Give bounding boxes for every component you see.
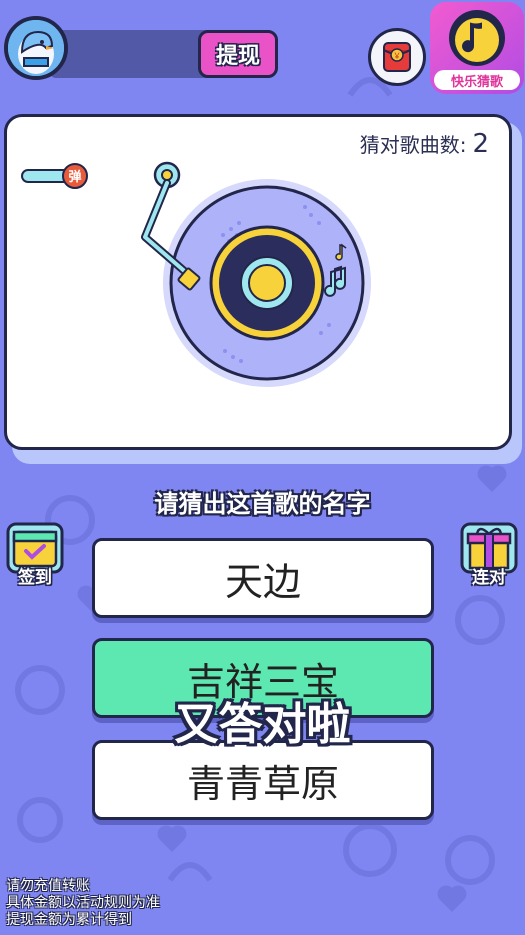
danmu-toggle[interactable]: 弹 (21, 163, 91, 189)
disclaimer-notice: 请勿充值转账 具体金额以活动规则为准 提现金额为累计得到 (6, 878, 160, 929)
app-logo-label: 快乐猜歌 (434, 70, 520, 90)
record-player-card: 猜对歌曲数: 2 弹 (4, 114, 512, 450)
notice-line: 提现金额为累计得到 (6, 912, 132, 928)
penguin-avatar-icon (8, 20, 64, 76)
yuan-symbol: ￥ (393, 52, 401, 61)
notice-line: 具体金额以活动规则为准 (6, 895, 160, 911)
correct-answer-banner: 又答对啦 (174, 699, 351, 750)
streak-button[interactable]: 连对 (458, 520, 520, 588)
answer-option-1[interactable]: 天边 (92, 538, 434, 618)
danmu-label: 弹 (68, 169, 81, 185)
user-avatar[interactable] (4, 16, 68, 80)
score-label: 猜对歌曲数: (359, 133, 467, 157)
streak-label: 连对 (472, 568, 506, 588)
score-value: 2 (472, 129, 489, 159)
red-envelope-icon: ￥ (383, 42, 411, 72)
app-logo[interactable]: 快乐猜歌 (430, 2, 524, 94)
question-prompt: 请猜出这首歌的名字 (154, 490, 371, 518)
answer-option-3[interactable]: 青青草原 (92, 740, 434, 820)
music-note-logo-icon (449, 10, 505, 66)
vinyl-record (141, 161, 371, 387)
checkin-button[interactable]: 签到 (4, 520, 66, 588)
checkin-label: 签到 (18, 568, 52, 588)
score-display: 猜对歌曲数: 2 (360, 129, 489, 159)
notice-line: 请勿充值转账 (6, 878, 90, 894)
withdraw-button[interactable]: 提现 (198, 30, 278, 78)
cash-balance-bar (50, 30, 220, 78)
red-packet-button[interactable]: ￥ (368, 28, 426, 86)
